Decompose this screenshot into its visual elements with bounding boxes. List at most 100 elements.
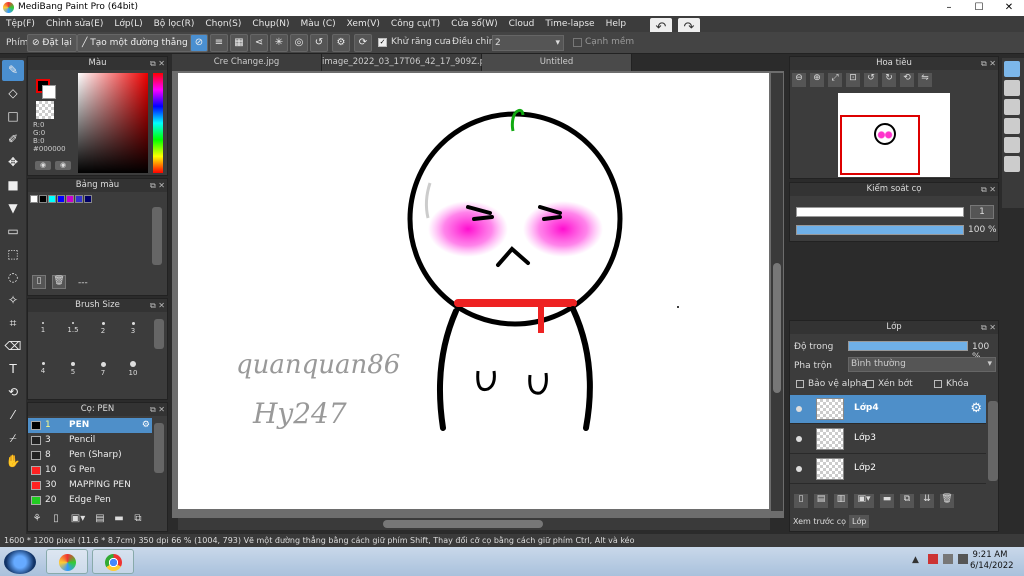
chat-icon[interactable] xyxy=(1004,99,1020,115)
menu-window[interactable]: Cửa sổ(W) xyxy=(451,19,497,29)
palette-swatch[interactable] xyxy=(57,195,65,203)
hue-slider[interactable] xyxy=(153,73,163,173)
panel-close-icon[interactable]: ⧉ ✕ xyxy=(981,321,996,334)
secondary-color-swatch[interactable] xyxy=(42,85,56,99)
brush-item-pen-sharp[interactable]: 8 Pen (Sharp) xyxy=(28,448,152,463)
operation-tool-icon[interactable]: ⟲ xyxy=(2,382,24,403)
tiles-icon[interactable] xyxy=(1004,156,1020,172)
zoom-in-icon[interactable]: ⊕ xyxy=(810,73,824,87)
rectangle-tool-icon[interactable]: □ xyxy=(2,106,24,127)
menu-layer[interactable]: Lớp(L) xyxy=(114,19,142,29)
eye-icon[interactable] xyxy=(796,466,802,472)
menu-tools[interactable]: Công cụ(T) xyxy=(391,19,440,29)
taskbar-medibang[interactable] xyxy=(46,549,88,574)
bucket-tool-icon[interactable]: ▼ xyxy=(2,198,24,219)
new-8bit-layer-icon[interactable]: ▥ xyxy=(834,494,848,508)
settings-snap-icon[interactable]: ⚙ xyxy=(332,34,350,52)
concentric-snap-icon[interactable]: ◎ xyxy=(290,34,308,52)
folder-icon[interactable]: ▬ xyxy=(880,494,894,508)
layer-item[interactable]: Lớp3 xyxy=(790,425,986,454)
palette-swatch[interactable] xyxy=(66,195,74,203)
brush-item-pencil[interactable]: 3 Pencil xyxy=(28,433,152,448)
radial-snap-icon[interactable]: ✳ xyxy=(270,34,288,52)
size-option[interactable]: 1 xyxy=(28,319,58,339)
protect-alpha-checkbox[interactable] xyxy=(796,380,804,388)
clock[interactable]: 9:21 AM 6/14/2022 xyxy=(970,550,1014,572)
layer-item[interactable]: Lớp4 ⚙ xyxy=(790,395,986,424)
panel-close-icon[interactable]: ⧉ ✕ xyxy=(150,403,165,416)
flip-icon[interactable]: ⇋ xyxy=(918,73,932,87)
tray-app-icon[interactable] xyxy=(928,554,938,564)
trash-icon[interactable]: 🗑 xyxy=(940,494,954,508)
panel-close-icon[interactable]: ⧉ ✕ xyxy=(150,299,165,312)
add-brush-icon[interactable]: ▣▾ xyxy=(68,513,88,527)
size-option[interactable]: 7 xyxy=(88,359,118,379)
cloud-icon[interactable] xyxy=(1004,61,1020,77)
horizontal-scroll-thumb[interactable] xyxy=(383,520,543,528)
grid-snap-icon[interactable]: ▦ xyxy=(230,34,248,52)
fit-icon[interactable]: ⤢ xyxy=(828,73,842,87)
vertical-scroll-thumb[interactable] xyxy=(773,263,781,393)
add-layer-dropdown-icon[interactable]: ▣▾ xyxy=(854,494,874,508)
antialias-checkbox[interactable]: ✓ xyxy=(378,38,387,47)
network-icon[interactable] xyxy=(943,554,953,564)
size-option[interactable]: 2 xyxy=(88,319,118,339)
actual-size-icon[interactable]: ⊡ xyxy=(846,73,860,87)
palette-swatch[interactable] xyxy=(84,195,92,203)
panel-close-icon[interactable]: ⧉ ✕ xyxy=(150,179,165,192)
curve-snap-icon[interactable]: ↺ xyxy=(310,34,328,52)
pen-tool-icon[interactable]: ✐ xyxy=(2,129,24,150)
new-layer-icon[interactable]: ▯ xyxy=(794,494,808,508)
zoom-out-icon[interactable]: ⊖ xyxy=(792,73,806,87)
blend-select[interactable]: Bình thường ▾ xyxy=(848,357,996,372)
layer-scrollbar[interactable] xyxy=(988,401,998,481)
merge-layer-icon[interactable]: ⇊ xyxy=(920,494,934,508)
start-button[interactable] xyxy=(4,550,36,574)
lock-checkbox[interactable] xyxy=(934,380,942,388)
menu-select[interactable]: Chọn(S) xyxy=(205,19,241,29)
clipping-checkbox[interactable] xyxy=(866,380,874,388)
menu-file[interactable]: Tệp(F) xyxy=(6,19,35,29)
palette-scrollbar[interactable] xyxy=(152,207,162,265)
brush-size-value[interactable]: 1 xyxy=(970,205,994,219)
magic-wand-tool-icon[interactable]: ✧ xyxy=(2,290,24,311)
transparent-swatch[interactable] xyxy=(36,101,54,119)
layer-opacity-slider[interactable] xyxy=(848,341,968,351)
tab-cre-change[interactable]: Cre Change.jpg xyxy=(172,54,322,71)
tab-brush-preview[interactable]: Xem trước cọ xyxy=(790,515,849,528)
gear-icon[interactable]: ⚙ xyxy=(970,401,982,416)
gear-icon[interactable]: ⚙ xyxy=(142,418,150,433)
new-brush-icon[interactable]: ▯ xyxy=(49,513,63,527)
correction-icon[interactable]: ⟳ xyxy=(354,34,372,52)
tab-untitled[interactable]: Untitled xyxy=(482,54,632,71)
materials-icon[interactable] xyxy=(1004,118,1020,134)
size-option[interactable]: 3 xyxy=(118,319,148,339)
menu-filter[interactable]: Bộ lọc(R) xyxy=(154,19,195,29)
taskbar-chrome[interactable] xyxy=(92,549,134,574)
size-option[interactable]: 1.5 xyxy=(58,319,88,339)
copy-icon[interactable]: ⧉ xyxy=(131,513,145,527)
menu-color[interactable]: Màu (C) xyxy=(301,19,336,29)
panel-close-icon[interactable]: ⧉ ✕ xyxy=(981,183,996,196)
menu-timelapse[interactable]: Time-lapse xyxy=(545,19,594,29)
volume-icon[interactable] xyxy=(958,554,968,564)
tray-arrow-icon[interactable]: ▲ xyxy=(912,555,919,565)
palette-swatch[interactable] xyxy=(75,195,83,203)
horizontal-scrollbar[interactable] xyxy=(178,518,770,530)
perspective-snap-icon[interactable]: ⋖ xyxy=(250,34,268,52)
menu-help[interactable]: Help xyxy=(606,19,627,29)
brush-edit-icon[interactable]: ▤ xyxy=(93,513,107,527)
color-option-icon[interactable]: ◉ xyxy=(35,161,51,170)
layer-item[interactable]: Lớp2 xyxy=(790,455,986,484)
eye-icon[interactable] xyxy=(796,436,802,442)
palette-swatch[interactable] xyxy=(39,195,47,203)
parallel-snap-icon[interactable]: ≡ xyxy=(210,34,228,52)
new-halftone-layer-icon[interactable]: ▤ xyxy=(814,494,828,508)
brush-item-mapping-pen[interactable]: 30 MAPPING PEN xyxy=(28,478,152,493)
lasso-tool-icon[interactable]: ◌ xyxy=(2,267,24,288)
eyedropper-tool-icon[interactable]: ⌿ xyxy=(2,428,24,449)
palette-swatch[interactable] xyxy=(48,195,56,203)
soft-edge-checkbox[interactable] xyxy=(573,38,582,47)
brush-item-g-pen[interactable]: 10 G Pen xyxy=(28,463,152,478)
size-option[interactable]: 5 xyxy=(58,359,88,379)
